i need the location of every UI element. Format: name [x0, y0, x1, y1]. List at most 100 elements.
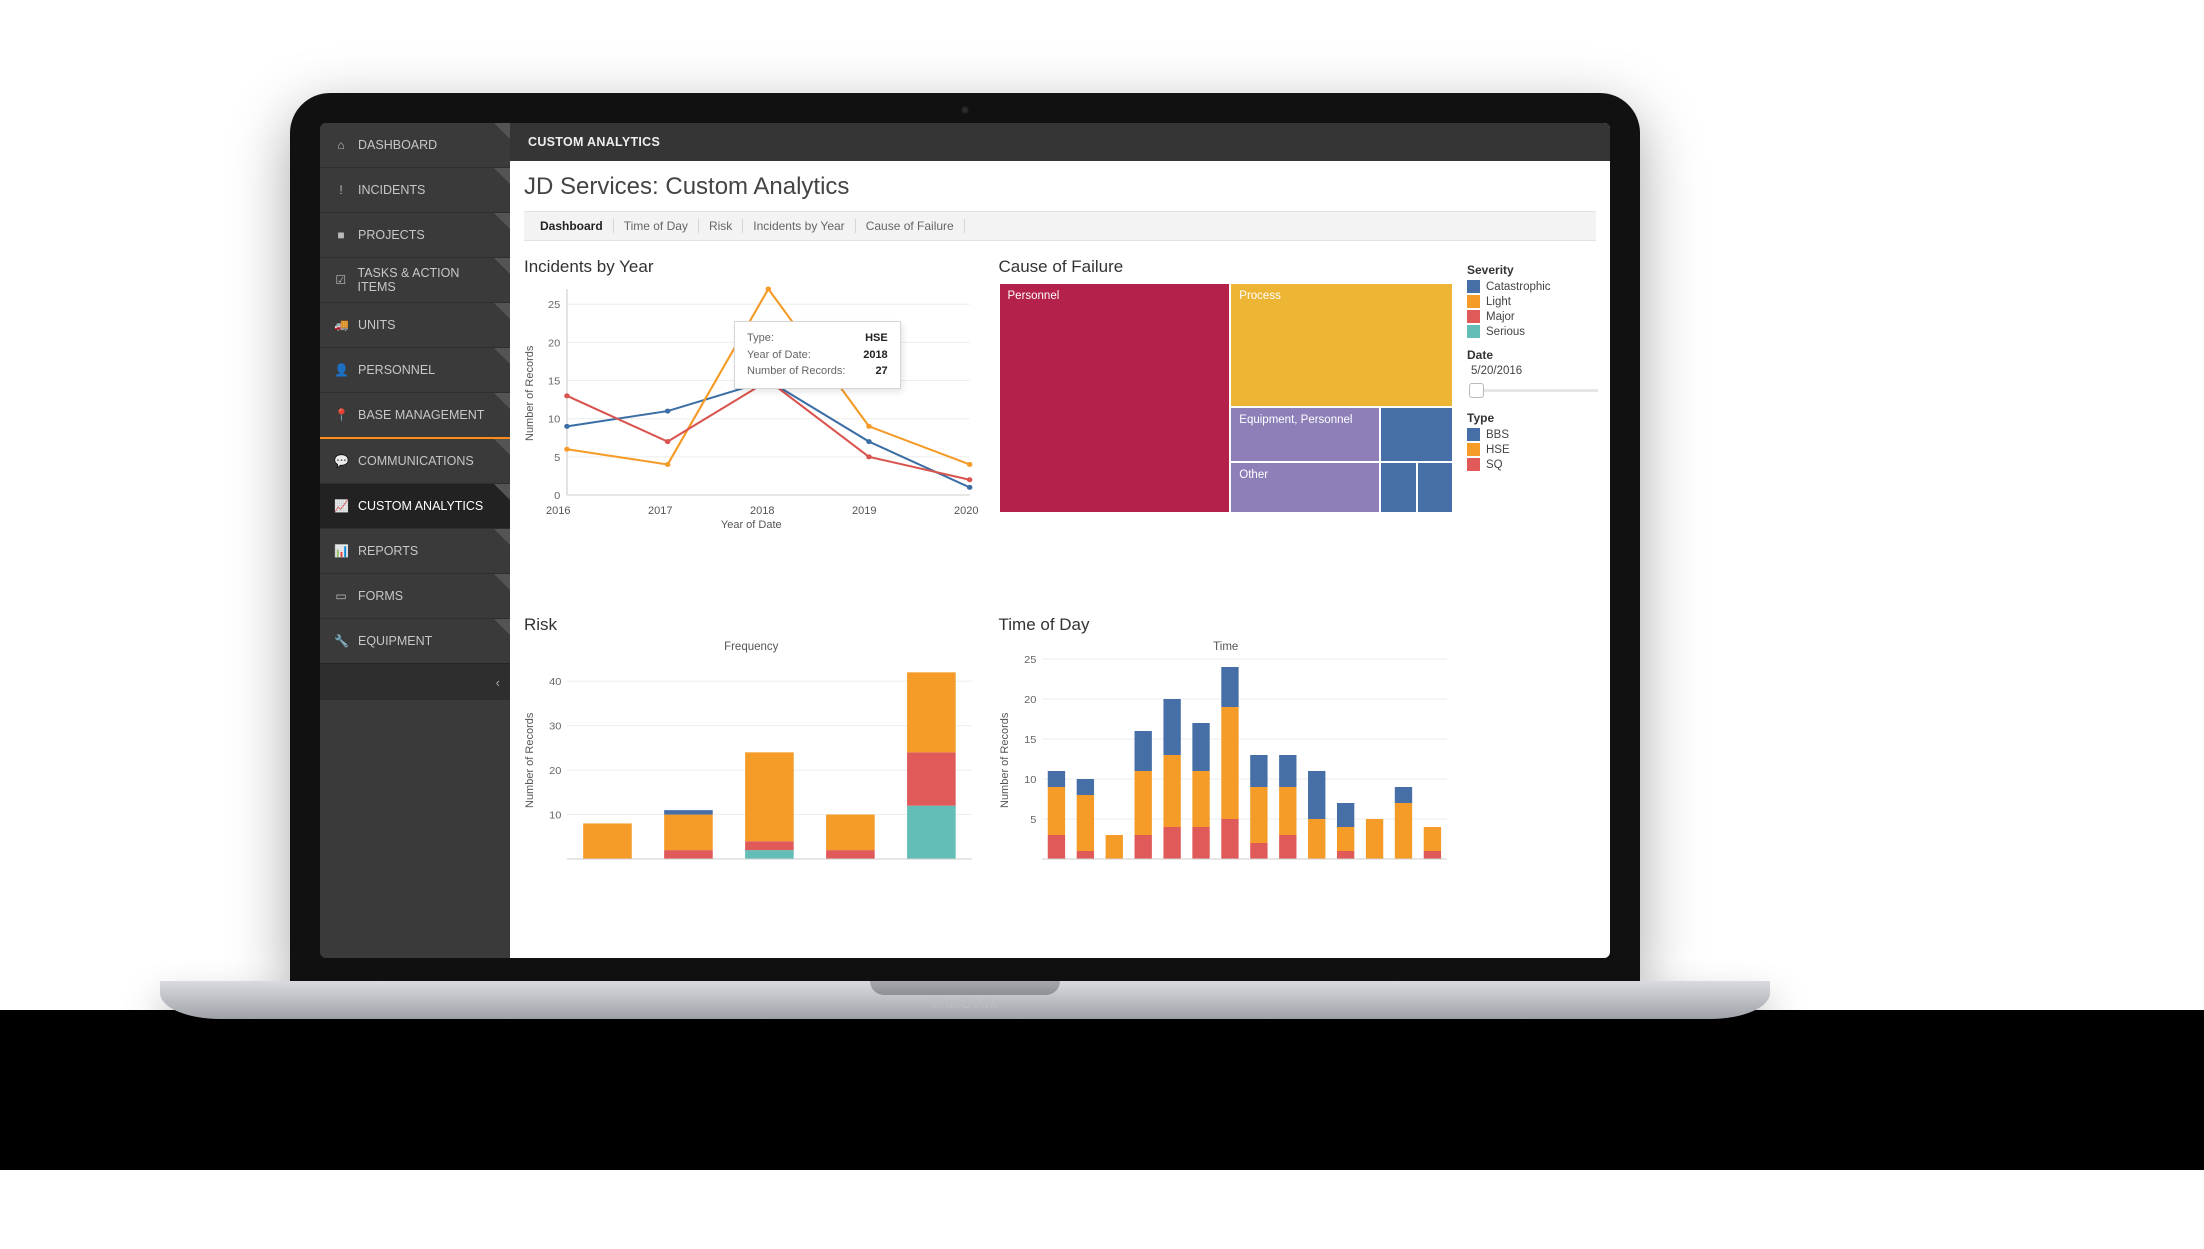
collapse-sidebar-button[interactable]: ‹ [320, 663, 510, 700]
x-tick: 2018 [750, 505, 774, 517]
legend-label: SQ [1486, 459, 1503, 471]
sidebar-item-custom-analytics[interactable]: 📈 CUSTOM ANALYTICS [320, 483, 510, 528]
sidebar-item-label: EQUIPMENT [358, 634, 432, 648]
units-icon: 🚚 [334, 318, 348, 332]
sidebar-item-forms[interactable]: ▭ FORMS [320, 573, 510, 618]
legend-item-light[interactable]: Light [1467, 295, 1602, 308]
treemap-block[interactable]: Equipment, Personnel [1230, 407, 1380, 462]
page-header: JD Services: Custom Analytics DashboardT… [510, 161, 1610, 247]
sidebar-item-label: DASHBOARD [358, 138, 437, 152]
swatch-icon [1467, 458, 1480, 471]
chart-title: Cause of Failure [999, 257, 1454, 277]
sidebar-item-projects[interactable]: ■ PROJECTS [320, 212, 510, 257]
chart-subtitle: Time [999, 641, 1454, 653]
slider-handle[interactable] [1469, 383, 1484, 398]
x-tick: 2020 [954, 505, 978, 517]
fold-icon [494, 168, 510, 184]
personnel-icon: 👤 [334, 363, 348, 377]
svg-text:10: 10 [548, 414, 560, 425]
sidebar-item-label: REPORTS [358, 544, 418, 558]
svg-text:10: 10 [549, 810, 561, 821]
swatch-icon [1467, 325, 1480, 338]
legend-label: HSE [1486, 444, 1510, 456]
fold-icon [494, 348, 510, 364]
legend-label: Major [1486, 311, 1515, 323]
tab-cause-of-failure[interactable]: Cause of Failure [856, 219, 965, 233]
treemap-block[interactable]: Personnel [999, 283, 1231, 513]
svg-text:30: 30 [549, 721, 561, 732]
swatch-icon [1467, 310, 1480, 323]
legend-item-major[interactable]: Major [1467, 310, 1602, 323]
fold-icon [494, 484, 510, 500]
swatch-icon [1467, 295, 1480, 308]
legend-item-bbs[interactable]: BBS [1467, 428, 1602, 441]
tab-dashboard[interactable]: Dashboard [530, 219, 614, 233]
communications-icon: 💬 [334, 454, 348, 468]
x-axis-label: Year of Date [524, 517, 979, 531]
swatch-icon [1467, 443, 1480, 456]
svg-text:20: 20 [1024, 694, 1036, 705]
chevron-left-icon: ‹ [496, 675, 500, 690]
sidebar-item-reports[interactable]: 📊 REPORTS [320, 528, 510, 573]
sidebar-item-label: CUSTOM ANALYTICS [358, 499, 483, 513]
legend-item-serious[interactable]: Serious [1467, 325, 1602, 338]
tab-time-of-day[interactable]: Time of Day [614, 219, 699, 233]
device-label: MacBook [160, 995, 1770, 1012]
fold-icon [494, 574, 510, 590]
tab-incidents-by-year[interactable]: Incidents by Year [743, 219, 855, 233]
treemap-block[interactable] [1417, 462, 1453, 513]
chart-title: Risk [524, 615, 979, 635]
panel-incidents-by-year: Incidents by Year Number of Records 0510… [524, 257, 979, 601]
sidebar-item-label: TASKS & ACTION ITEMS [358, 266, 497, 294]
sidebar-item-base-management[interactable]: 📍 BASE MANAGEMENT [320, 392, 510, 437]
application-window: ⌂ DASHBOARD ! INCIDENTS ■ PROJECTS ☑ TAS… [320, 123, 1610, 958]
panel-cause-of-failure: Cause of Failure PersonnelProcessEquipme… [999, 257, 1454, 601]
camera-dot [961, 106, 969, 114]
sidebar-item-label: PROJECTS [358, 228, 425, 242]
treemap-block[interactable]: Process [1230, 283, 1453, 407]
sidebar-item-equipment[interactable]: 🔧 EQUIPMENT [320, 618, 510, 663]
chart-title: Time of Day [999, 615, 1454, 635]
legend-item-catastrophic[interactable]: Catastrophic [1467, 280, 1602, 293]
bar-chart-risk[interactable]: 10203040 [536, 655, 979, 865]
sidebar-item-label: INCIDENTS [358, 183, 425, 197]
sidebar-item-units[interactable]: 🚚 UNITS [320, 302, 510, 347]
svg-text:10: 10 [1024, 774, 1036, 785]
filter-column: Severity CatastrophicLightMajorSerious D… [1463, 247, 1610, 958]
treemap-block[interactable]: Other [1230, 462, 1380, 513]
laptop-base: MacBook [160, 981, 1770, 1019]
fold-icon [494, 393, 510, 409]
tasks-action-items-icon: ☑ [334, 273, 348, 287]
fold-icon [494, 529, 510, 545]
sidebar-item-tasks-action-items[interactable]: ☑ TASKS & ACTION ITEMS [320, 257, 510, 302]
x-tick: 2019 [852, 505, 876, 517]
sidebar-item-dashboard[interactable]: ⌂ DASHBOARD [320, 123, 510, 167]
line-chart[interactable]: 0510152025 [536, 283, 979, 503]
legend-item-sq[interactable]: SQ [1467, 458, 1602, 471]
treemap-block[interactable] [1380, 407, 1453, 462]
fold-icon [494, 213, 510, 229]
swatch-icon [1467, 428, 1480, 441]
reports-icon: 📊 [334, 544, 348, 558]
legend-label: Serious [1486, 326, 1525, 338]
treemap-block[interactable] [1380, 462, 1416, 513]
sidebar-item-communications[interactable]: 💬 COMMUNICATIONS [320, 439, 510, 483]
sidebar: ⌂ DASHBOARD ! INCIDENTS ■ PROJECTS ☑ TAS… [320, 123, 510, 958]
y-axis-label: Number of Records [524, 283, 536, 503]
legend-item-hse[interactable]: HSE [1467, 443, 1602, 456]
bar-chart-time[interactable]: 510152025 [1011, 655, 1454, 865]
chart-subtitle: Frequency [524, 641, 979, 653]
svg-text:20: 20 [549, 765, 561, 776]
sidebar-item-incidents[interactable]: ! INCIDENTS [320, 167, 510, 212]
breadcrumb: CUSTOM ANALYTICS [510, 123, 1610, 161]
treemap-chart[interactable]: PersonnelProcessEquipment, PersonnelOthe… [999, 283, 1454, 513]
legend-label: Light [1486, 296, 1511, 308]
date-slider[interactable] [1467, 379, 1602, 401]
svg-text:0: 0 [554, 490, 560, 501]
fold-icon [494, 258, 510, 274]
svg-text:20: 20 [548, 338, 560, 349]
tab-risk[interactable]: Risk [699, 219, 743, 233]
sidebar-item-personnel[interactable]: 👤 PERSONNEL [320, 347, 510, 392]
svg-text:15: 15 [548, 376, 560, 387]
fold-icon [494, 123, 510, 139]
